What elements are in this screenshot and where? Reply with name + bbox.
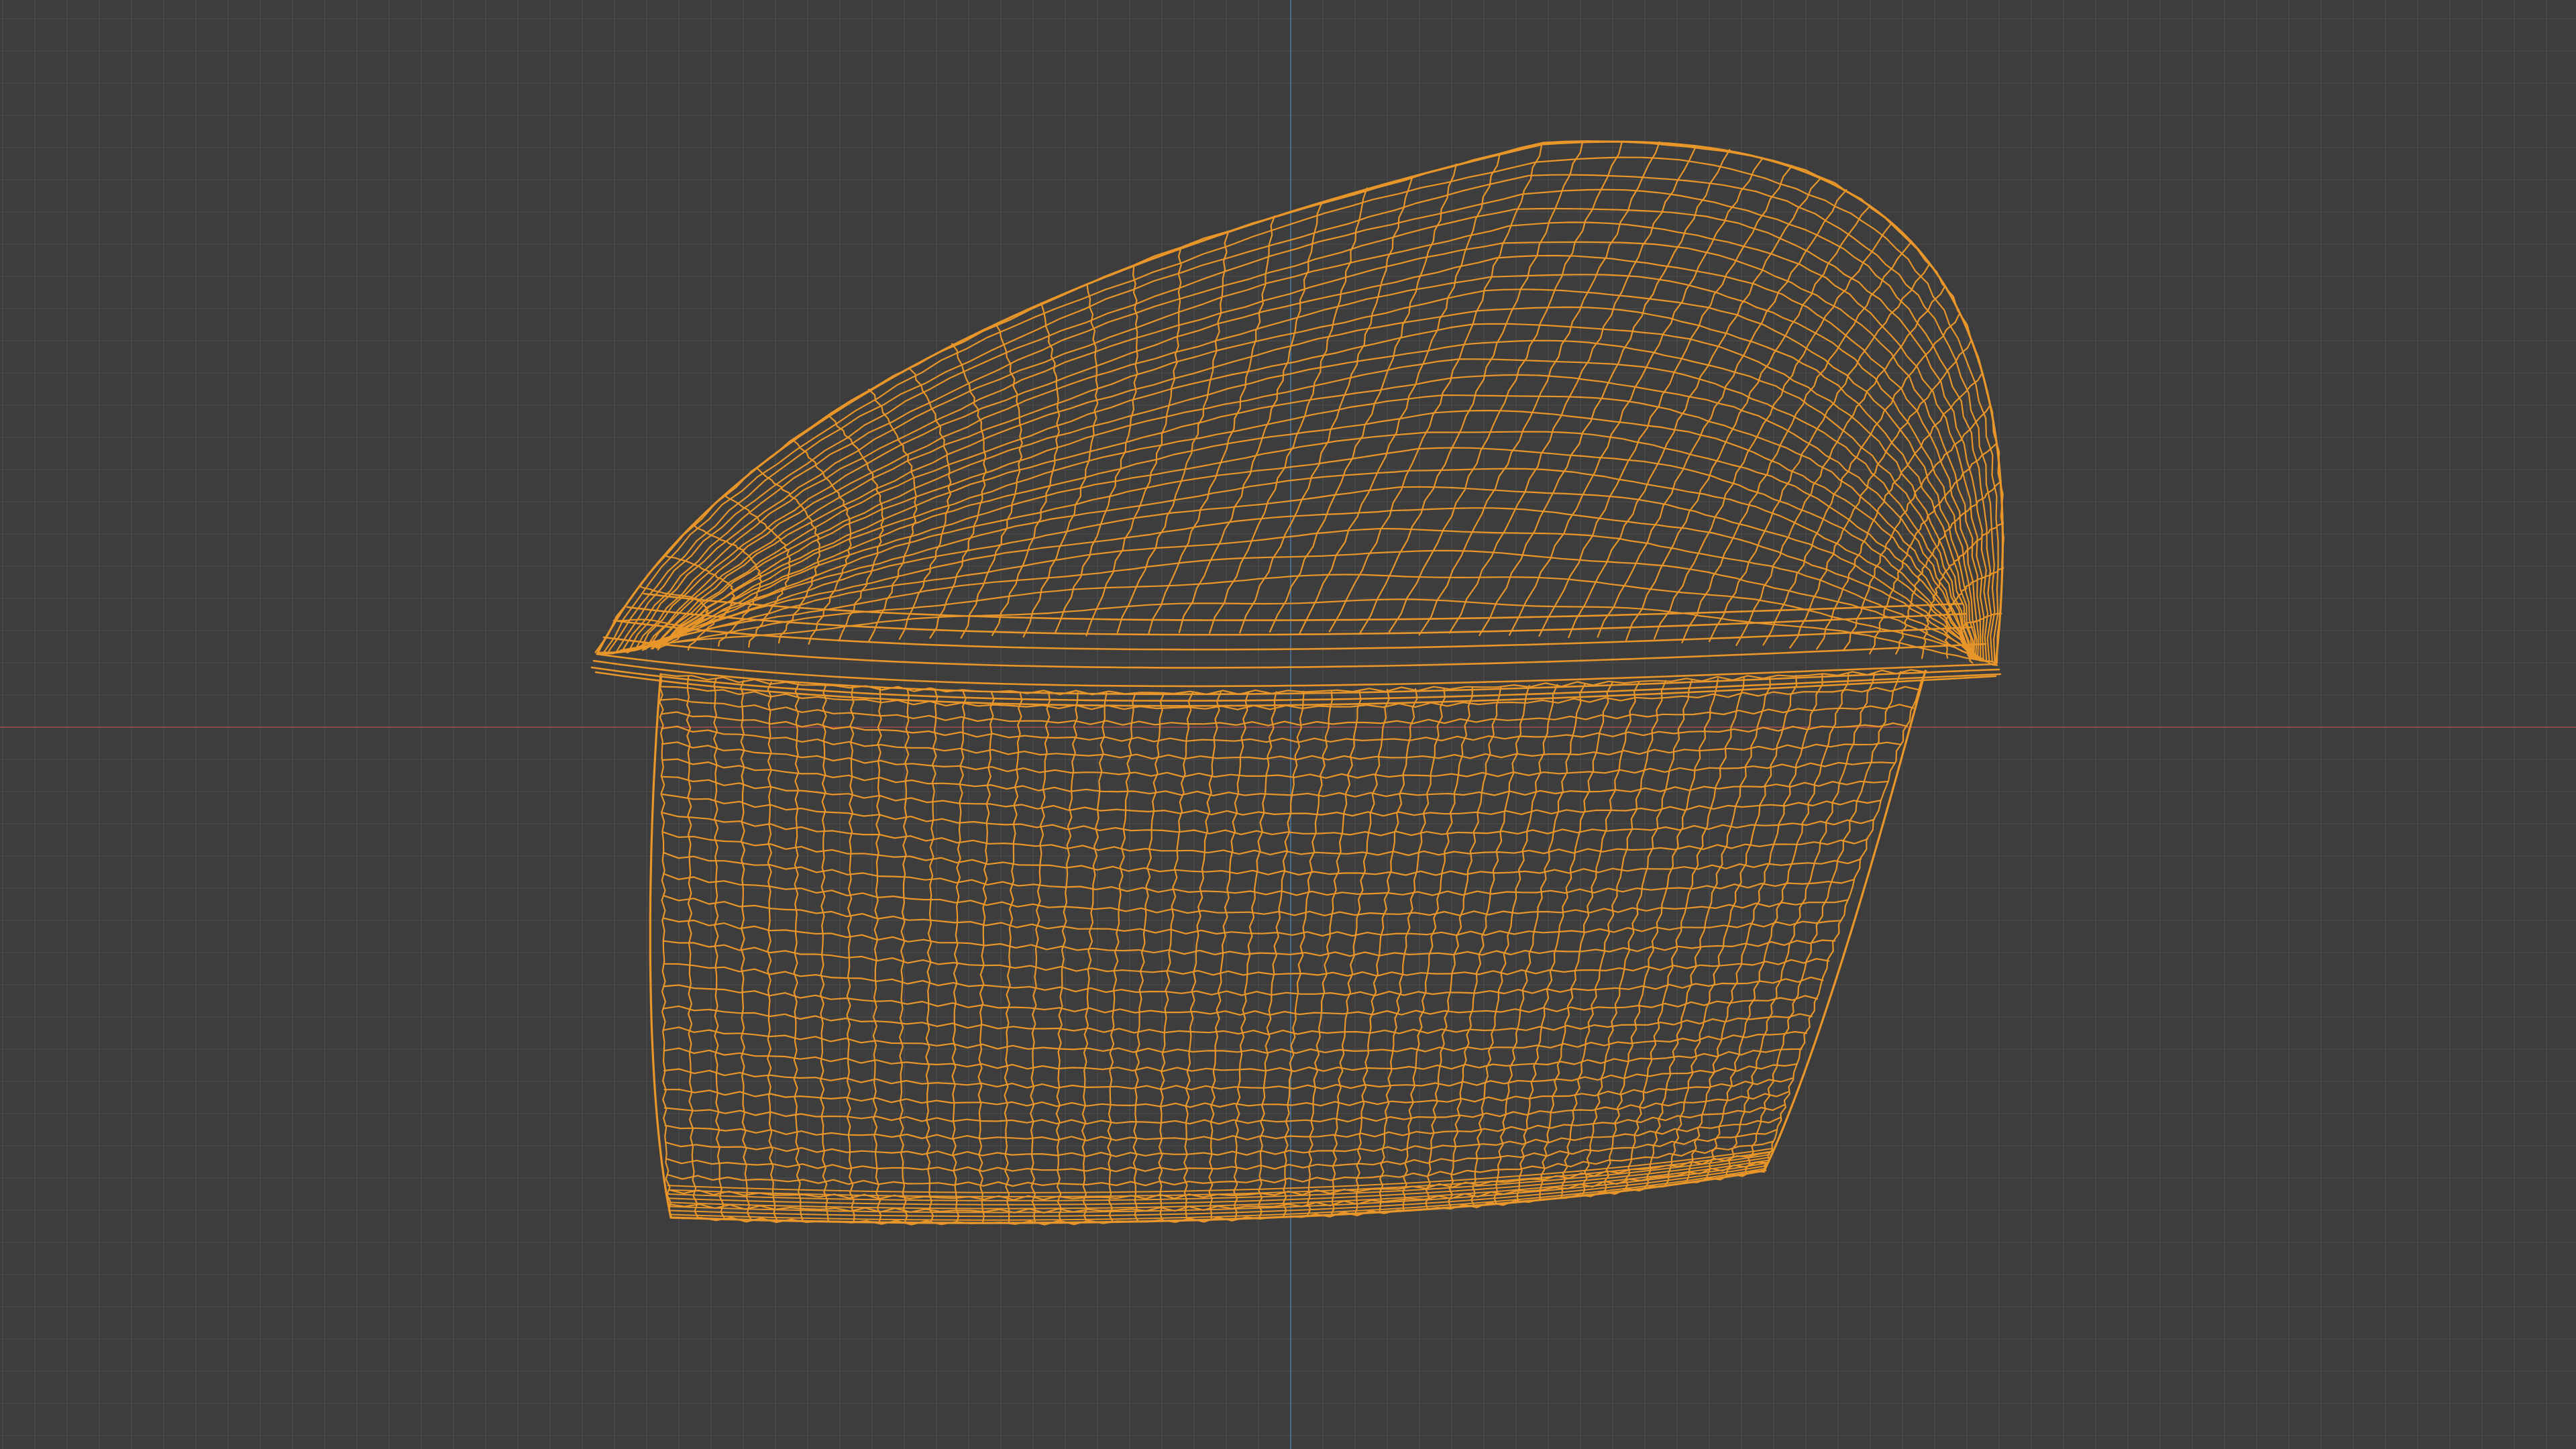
mesh-edge xyxy=(663,940,1830,977)
mesh-edge xyxy=(619,574,1986,662)
mesh-edge xyxy=(686,676,700,1220)
mesh-edge xyxy=(663,1077,1793,1108)
mesh-edge xyxy=(1269,163,1457,633)
mesh-edge xyxy=(663,984,1819,1016)
mesh-edge xyxy=(951,690,967,1224)
mesh-edge xyxy=(662,831,1862,876)
mesh-edge xyxy=(659,673,673,1219)
mesh-edge xyxy=(1418,141,1660,636)
mesh-edge xyxy=(666,1140,1774,1187)
mesh-edge xyxy=(977,690,995,1224)
mesh-edge xyxy=(1183,692,1222,1222)
mesh-edge xyxy=(1581,679,1693,1197)
mesh-edge xyxy=(665,1128,1778,1173)
mesh-edge xyxy=(614,189,1992,663)
mesh-edge xyxy=(1560,680,1667,1199)
mesh-edge xyxy=(1568,178,1821,639)
mesh-edge xyxy=(649,288,1976,657)
mesh-edge xyxy=(1085,247,1182,637)
mesh-edge xyxy=(661,775,1882,817)
mesh-edge xyxy=(657,394,1973,657)
mesh-silhouette xyxy=(649,673,672,1219)
viewport-canvas[interactable] xyxy=(0,0,2576,1449)
mesh-edge xyxy=(960,323,1023,639)
mesh-edge xyxy=(660,698,1915,727)
mesh-edge xyxy=(1388,142,1623,633)
mesh-edge xyxy=(596,653,1997,688)
mesh-edge xyxy=(661,794,1876,837)
mesh-edge xyxy=(872,687,882,1224)
mesh-edge xyxy=(1299,154,1501,635)
mesh-edge xyxy=(925,689,938,1224)
mesh-edge xyxy=(641,507,1978,661)
mesh-edge xyxy=(1448,146,1697,634)
mesh-edge xyxy=(1681,240,1913,644)
mesh-edge xyxy=(1158,692,1193,1222)
3d-viewport[interactable] xyxy=(0,0,2576,1449)
mesh-edge xyxy=(820,684,829,1223)
mesh-edge xyxy=(1132,692,1165,1222)
mesh-edge xyxy=(1148,215,1276,635)
mesh-edge xyxy=(1178,203,1322,633)
mesh-edge xyxy=(1208,691,1250,1221)
mesh-edge xyxy=(601,156,1999,665)
mesh-edge xyxy=(655,431,1974,659)
floor-grid xyxy=(0,0,2576,1449)
mesh-edge xyxy=(846,686,855,1223)
mesh-edge xyxy=(628,549,1983,662)
mesh-edge xyxy=(662,812,1869,856)
bread-loaf-wireframe[interactable] xyxy=(590,140,2004,1226)
mesh-edge xyxy=(1022,283,1099,638)
mesh-edge xyxy=(635,527,1980,659)
